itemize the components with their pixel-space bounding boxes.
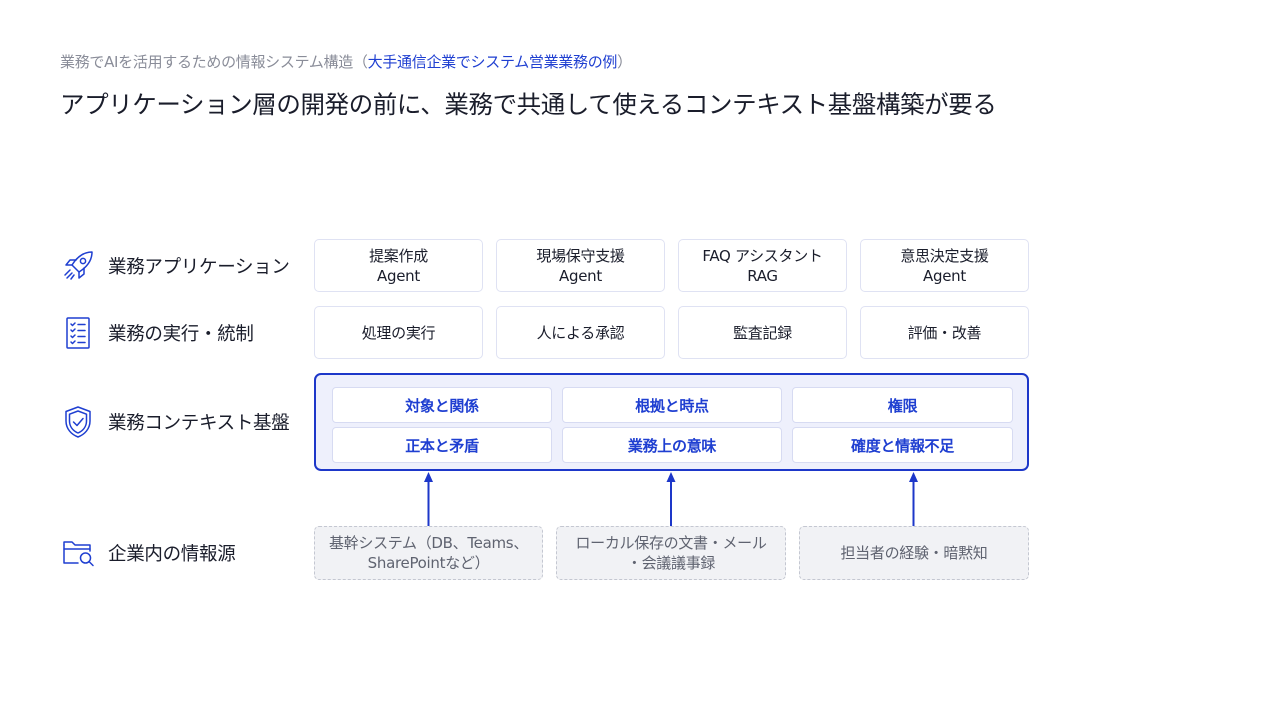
arrow-head: [909, 472, 918, 482]
row-label-sources: 企業内の情報源: [60, 533, 236, 573]
source-card-core-systems: 基幹システム（DB、Teams、 SharePointなど）: [314, 526, 543, 580]
row-label-sources-text: 企業内の情報源: [108, 544, 236, 565]
folder-search-icon: [60, 535, 96, 571]
source-card-line: ・会議議事録: [626, 554, 716, 572]
source-card-tacit-knowledge: 担当者の経験・暗黙知: [799, 526, 1029, 580]
source-card-local-documents: ローカル保存の文書・メール ・会議議事録: [556, 526, 786, 580]
source-card-line: 担当者の経験・暗黙知: [840, 544, 988, 562]
source-card-line: 基幹システム（DB、Teams、: [328, 534, 529, 552]
source-to-context-arrows: [424, 472, 918, 526]
arrow-head: [666, 472, 676, 482]
source-card-line: ローカル保存の文書・メール: [575, 534, 767, 552]
source-card-line: SharePointなど）: [367, 554, 490, 572]
arrow-head: [424, 472, 433, 482]
